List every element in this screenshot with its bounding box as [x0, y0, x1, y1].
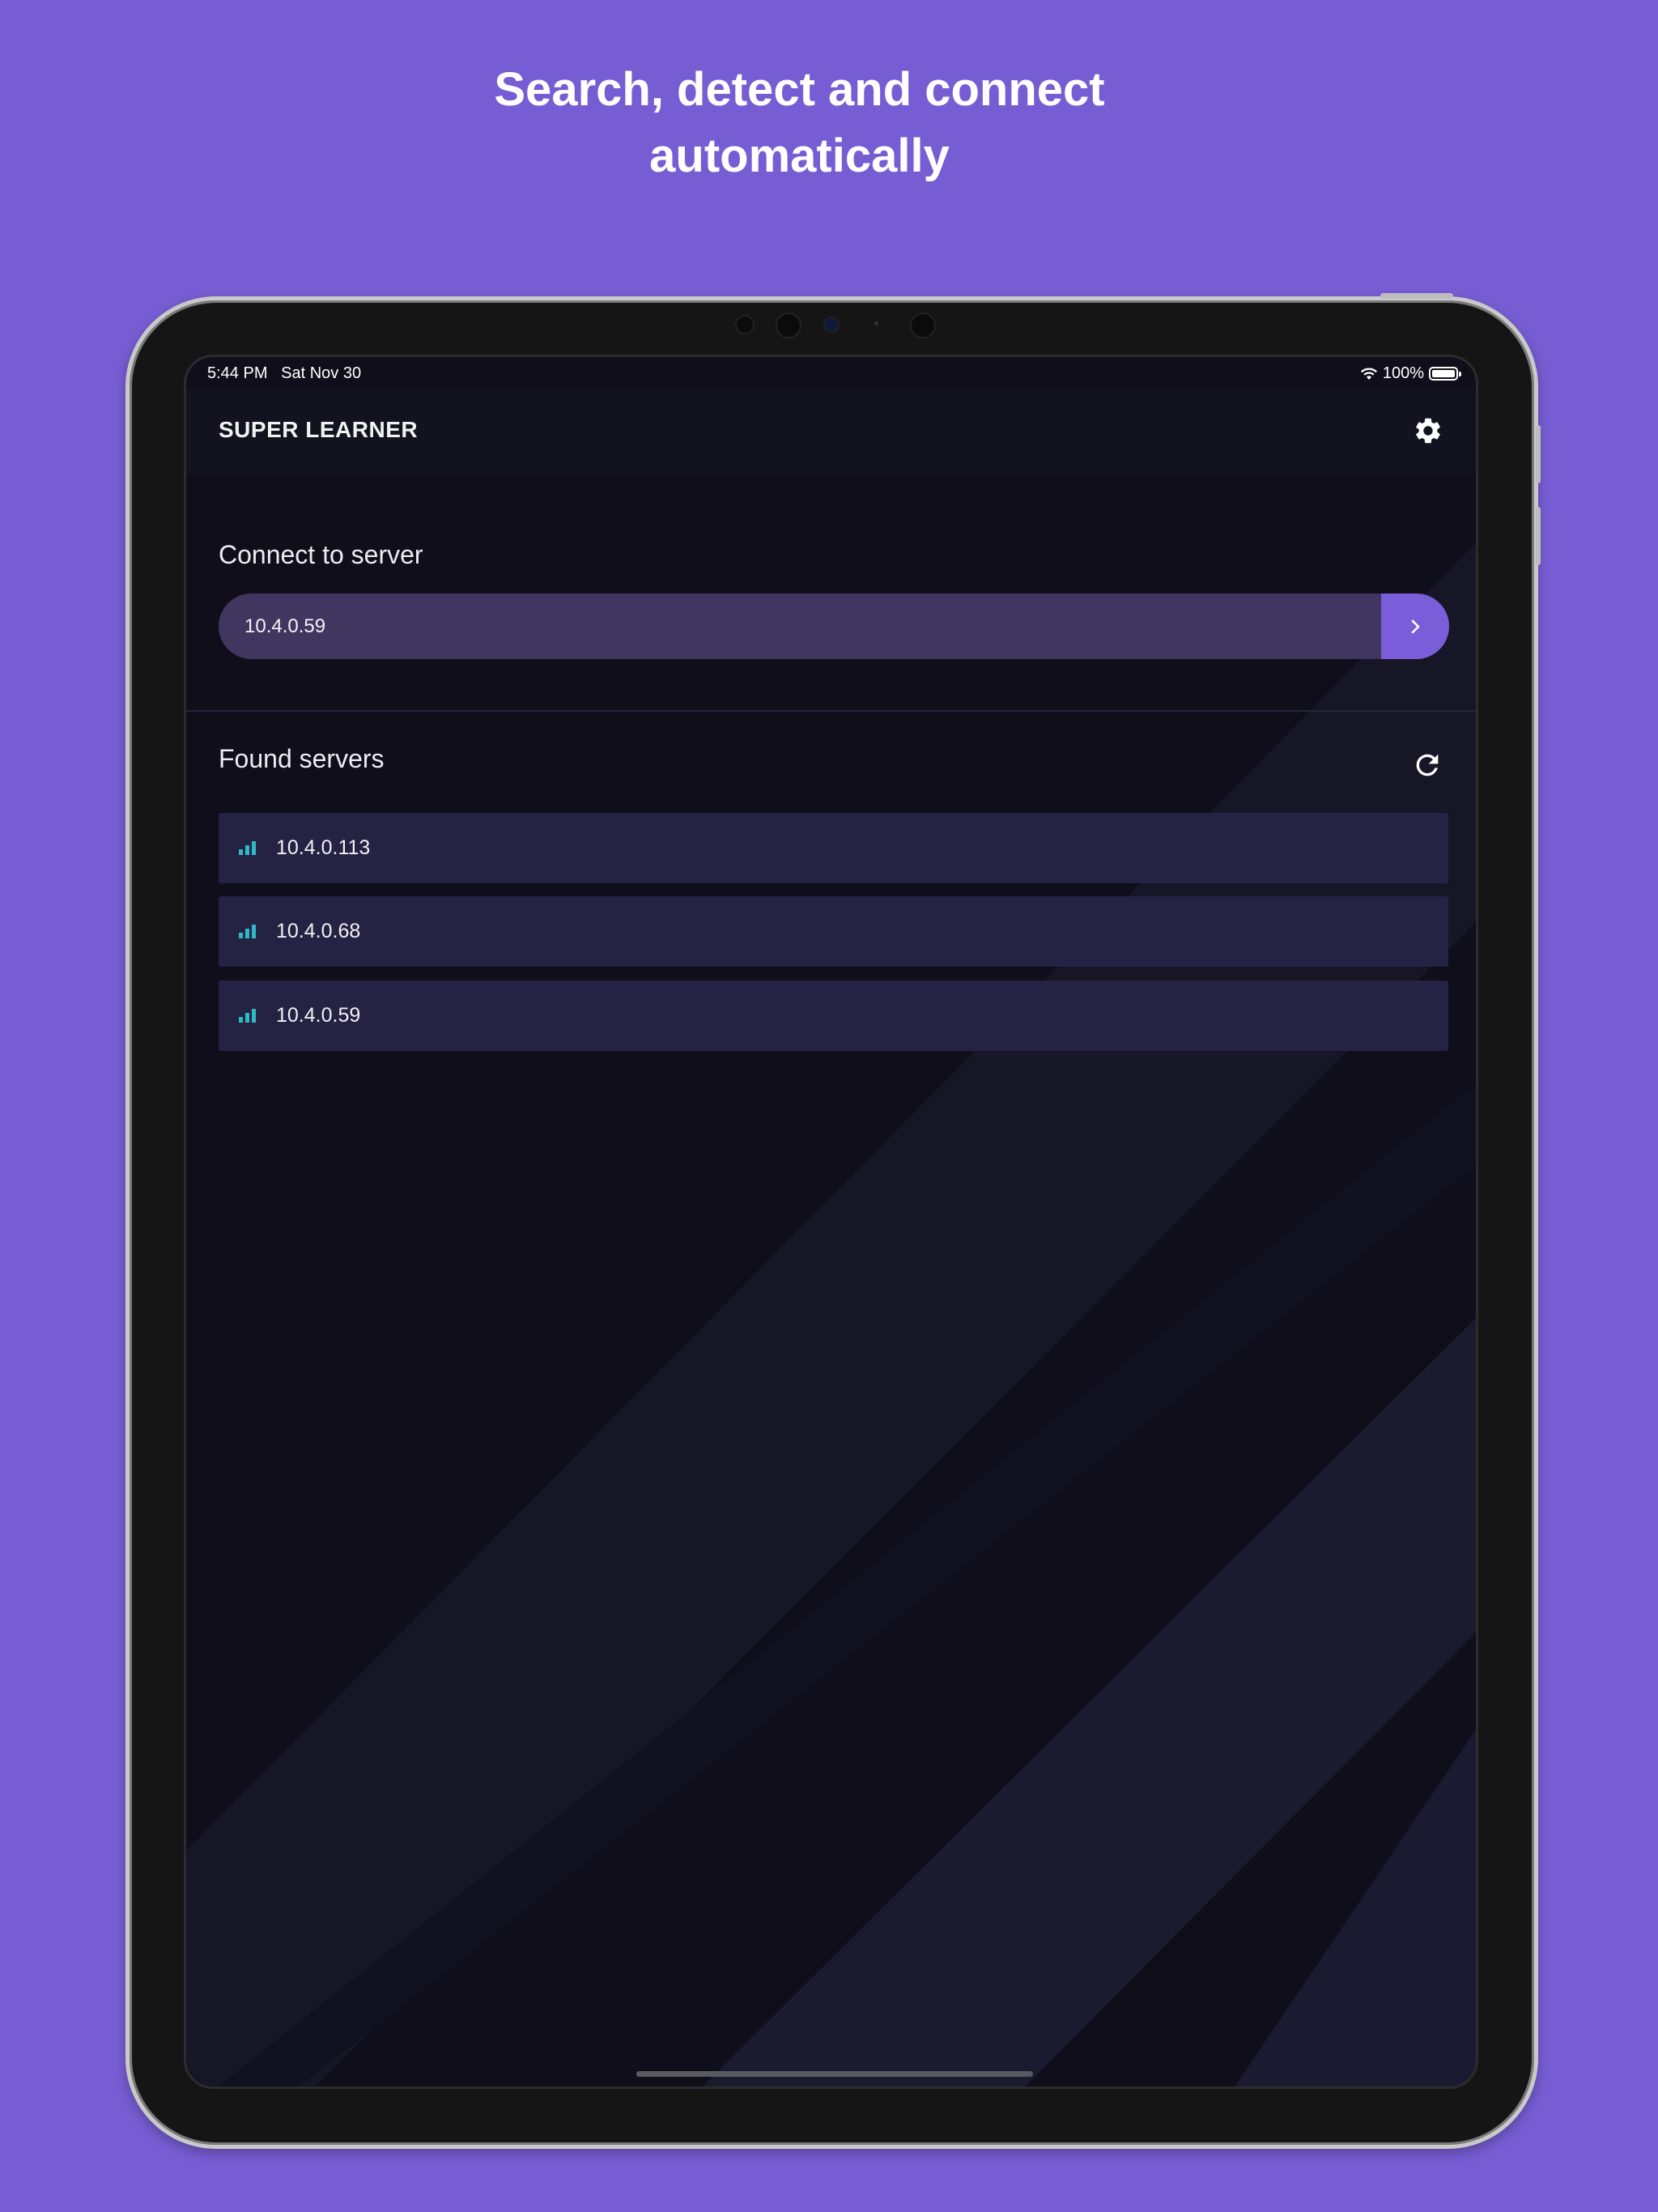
status-bar: 5:44 PM Sat Nov 30 100% [186, 357, 1476, 389]
sensor-dot [910, 313, 936, 338]
server-list-item[interactable]: 10.4.0.59 [219, 981, 1448, 1051]
server-ip: 10.4.0.113 [276, 836, 371, 859]
headline-line-1: Search, detect and connect [494, 63, 1105, 116]
sensor-dot [874, 321, 878, 325]
date-text: Sat Nov 30 [281, 364, 362, 382]
chevron-right-icon [1411, 619, 1420, 633]
server-list-item[interactable]: 10.4.0.68 [219, 896, 1448, 967]
top-button [1380, 293, 1453, 299]
sensor-dot [735, 315, 755, 334]
status-indicators: 100% [1360, 364, 1461, 383]
signal-icon [239, 841, 256, 855]
app-bar: SUPER LEARNER [186, 389, 1476, 474]
battery-icon [1429, 367, 1461, 381]
headline: Search, detect and connect automatically [0, 57, 1599, 189]
gear-icon[interactable] [1413, 415, 1443, 446]
refresh-icon[interactable] [1411, 749, 1443, 781]
camera-lens [823, 317, 840, 333]
server-list-item[interactable]: 10.4.0.113 [219, 813, 1448, 883]
app-title: SUPER LEARNER [219, 417, 419, 442]
signal-icon [239, 925, 256, 938]
connect-label: Connect to server [219, 540, 423, 569]
volume-up-button [1536, 425, 1541, 483]
server-address-input[interactable]: 10.4.0.59 [244, 593, 325, 659]
screen: 5:44 PM Sat Nov 30 100% SUPER LEARNER Co… [184, 355, 1478, 2089]
sensor-dot [776, 313, 801, 338]
signal-icon [239, 1009, 256, 1023]
home-indicator[interactable] [636, 2071, 1033, 2077]
server-address-field[interactable]: 10.4.0.59 [219, 593, 1449, 659]
connect-button[interactable] [1381, 593, 1449, 659]
wifi-icon [1360, 368, 1377, 380]
section-divider [186, 710, 1476, 712]
time-text: 5:44 PM [207, 364, 268, 382]
server-ip: 10.4.0.68 [276, 920, 361, 942]
battery-fill [1432, 370, 1455, 377]
headline-line-2: automatically [649, 130, 950, 182]
found-servers-label: Found servers [219, 744, 385, 773]
volume-down-button [1536, 507, 1541, 565]
status-time: 5:44 PM Sat Nov 30 [207, 364, 361, 383]
battery-percent: 100% [1382, 364, 1424, 382]
server-ip: 10.4.0.59 [276, 1004, 361, 1027]
